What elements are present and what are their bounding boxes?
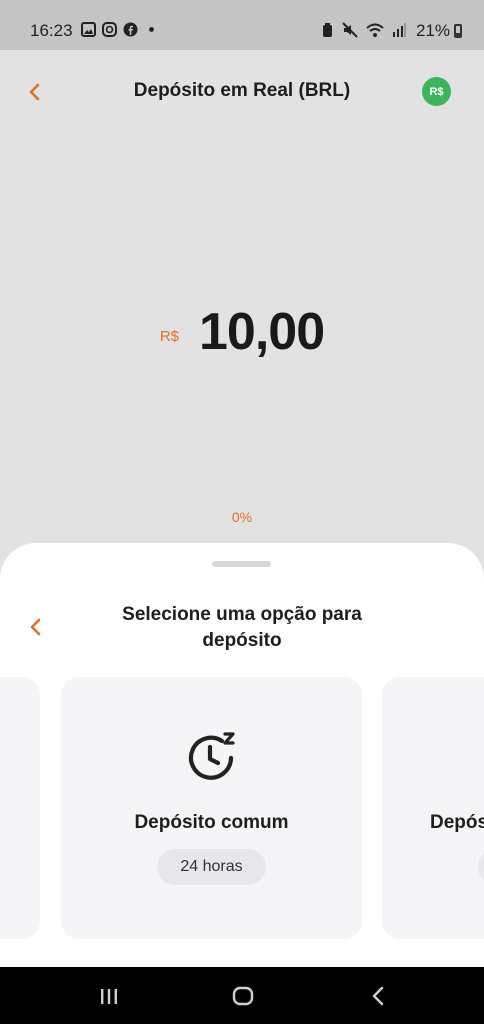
clock-snooze-icon [188, 732, 235, 780]
recent-apps-icon[interactable] [96, 985, 122, 1007]
progress-label: 0% [231, 509, 253, 525]
deposit-option-card-previous[interactable] [0, 677, 40, 939]
app-header: Depósito em Real (BRL) R$ [0, 50, 484, 134]
signal-icon [393, 23, 406, 37]
sheet-handle[interactable] [212, 561, 271, 567]
amount-value[interactable]: 10,00 [199, 302, 325, 362]
battery-status: 21% [416, 21, 462, 41]
status-left-icons [81, 22, 159, 37]
deposit-option-title-next: Depós [430, 812, 484, 833]
dot-icon [149, 27, 154, 32]
sheet-title: Selecione uma opção para depósito [122, 604, 362, 651]
battery-icon [454, 24, 462, 38]
wifi-icon [366, 23, 384, 37]
back-icon[interactable] [366, 985, 392, 1007]
status-right-icons [321, 22, 406, 38]
status-bar: 16:23 21% [0, 0, 484, 50]
deposit-option-card-next[interactable]: Depós [382, 677, 484, 939]
deposit-options-sheet: Selecione uma opção para depósito Depósi… [0, 543, 484, 967]
status-time: 16:23 [30, 21, 73, 40]
facebook-icon [123, 22, 138, 37]
page-title: Depósito em Real (BRL) [133, 80, 351, 101]
image-icon [81, 22, 96, 37]
instagram-icon [102, 22, 117, 37]
amount-currency: R$ [159, 327, 180, 345]
amount-display: R$ 10,00 [0, 300, 484, 364]
navigation-bar [0, 967, 484, 1024]
deposit-duration-badge: 24 horas [157, 849, 266, 885]
battery-percent: 21% [415, 21, 450, 40]
alarm-icon [323, 23, 332, 37]
deposit-duration-badge-next [478, 849, 484, 885]
home-icon[interactable] [230, 985, 256, 1007]
mute-icon [342, 22, 358, 38]
deposit-option-card[interactable]: Depósito comum 24 horas [61, 677, 362, 939]
sheet-back-button[interactable] [26, 616, 46, 638]
currency-badge[interactable]: R$ [422, 77, 451, 106]
deposit-option-title: Depósito comum [134, 812, 289, 833]
